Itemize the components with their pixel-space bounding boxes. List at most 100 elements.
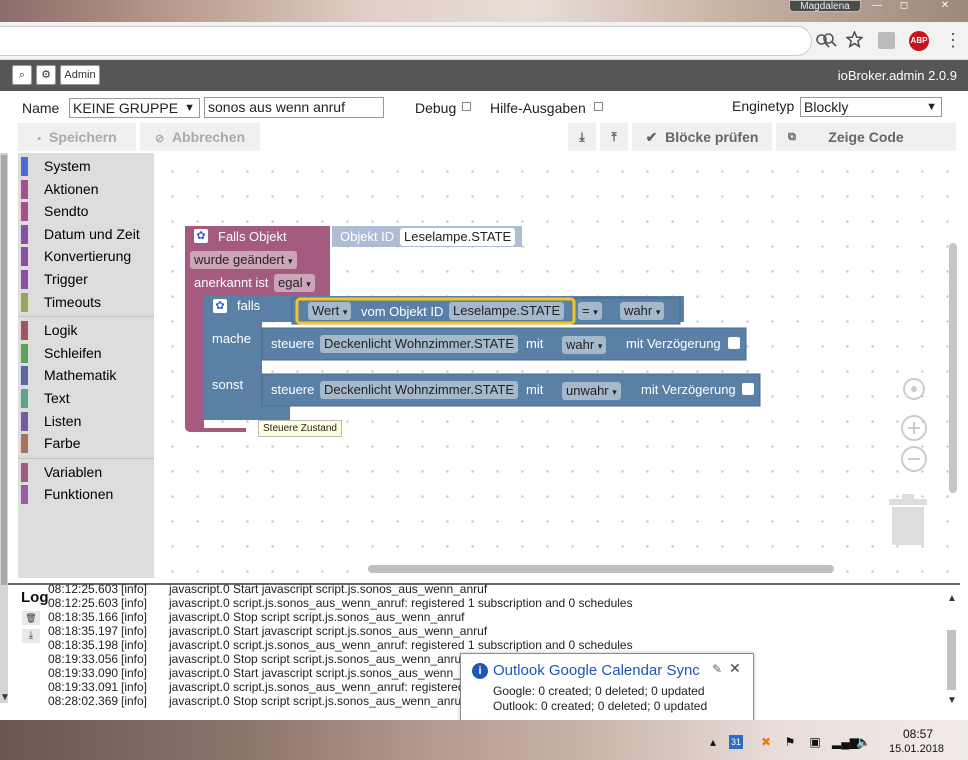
toolbox-category[interactable]: Listen xyxy=(18,410,154,432)
check-blocks-button[interactable]: ✔ Blöcke prüfen xyxy=(632,123,772,151)
control-label-2: steuere xyxy=(271,382,315,397)
device-icon[interactable]: ▣ xyxy=(808,735,822,749)
toolbox-category[interactable]: Mathematik xyxy=(18,364,154,386)
editor-toolbar: ▪ Speichern ⊘ Abbrechen ⤓ ⤒ ✔ Blöcke prü… xyxy=(8,121,960,153)
import-icon[interactable]: ⤒ xyxy=(600,123,628,151)
workspace-vertical-scrollbar[interactable] xyxy=(949,243,957,493)
category-color-swatch xyxy=(21,224,28,244)
toolbox-category[interactable]: System xyxy=(18,155,154,177)
star-icon[interactable] xyxy=(845,30,864,51)
toolbox-category[interactable]: Sendto xyxy=(18,200,154,222)
network-icon[interactable]: ▂▄▆ xyxy=(832,735,859,749)
orange-tray-icon[interactable]: ✖ xyxy=(759,735,773,749)
toolbox-category[interactable]: Timeouts xyxy=(18,291,154,313)
export-icon[interactable]: ⤓ xyxy=(568,123,596,151)
flag-icon[interactable]: ⚑ xyxy=(783,735,797,749)
toolbox-category[interactable]: Konvertierung xyxy=(18,245,154,267)
toolbox-category[interactable]: Aktionen xyxy=(18,178,154,200)
value-dropdown[interactable]: Wert ▾ xyxy=(308,302,352,320)
toolbox-category[interactable]: Text xyxy=(18,387,154,409)
toolbox-category[interactable]: Farbe xyxy=(18,432,154,454)
trash-icon[interactable]: 🗑 xyxy=(22,611,40,625)
profile-badge[interactable]: Magdalena xyxy=(789,0,861,12)
log-level: [info] xyxy=(121,666,148,680)
calendar-sync-tray-icon[interactable]: 31 xyxy=(729,735,743,749)
cancel-icon: ⊘ xyxy=(154,133,165,145)
toolbox-category[interactable]: Logik xyxy=(18,319,154,341)
left-scrollbar[interactable] xyxy=(0,153,8,703)
tray-expand-icon[interactable]: ▴ xyxy=(706,735,720,749)
true-value-dropdown-2[interactable]: wahr ▾ xyxy=(562,336,607,354)
toolbox-category[interactable]: Datum und Zeit xyxy=(18,223,154,245)
maximize-button[interactable]: ◻ xyxy=(893,0,915,12)
blockly-toolbox: System Aktionen Sendto Datum und Zeit Konver… xyxy=(18,153,154,578)
show-code-button[interactable]: ⧉ Zeige Code xyxy=(776,123,956,151)
category-color-swatch xyxy=(21,485,28,505)
debug-checkbox[interactable] xyxy=(462,102,471,111)
true-value-dropdown[interactable]: wahr ▾ xyxy=(620,302,665,320)
volume-icon[interactable]: 🔈 xyxy=(856,735,871,749)
false-value-dropdown[interactable]: unwahr ▾ xyxy=(562,382,621,400)
minimize-button[interactable]: — xyxy=(866,0,888,12)
objekt-id-field[interactable]: Leselampe.STATE xyxy=(400,228,516,246)
log-message: javascript.0 Stop script script.js.sonos… xyxy=(169,694,465,708)
toolbox-category[interactable]: Variablen xyxy=(18,461,154,483)
workspace-horizontal-scrollbar[interactable] xyxy=(368,565,834,573)
settings-button[interactable]: ⚙ xyxy=(36,65,56,85)
operator-dropdown[interactable]: = ▾ xyxy=(578,302,602,320)
value-label: Wert xyxy=(312,303,340,318)
check-blocks-label: Blöcke prüfen xyxy=(665,129,759,145)
show-code-label: Zeige Code xyxy=(828,129,904,145)
toolbox-category[interactable]: Funktionen xyxy=(18,483,154,505)
toolbox-category[interactable]: Schleifen xyxy=(18,342,154,364)
target-object-field-2[interactable]: Deckenlicht Wohnzimmer.STATE xyxy=(320,381,518,399)
search-button[interactable]: ⌕ xyxy=(12,65,32,85)
help-output-checkbox[interactable] xyxy=(594,102,603,111)
engine-select[interactable]: Blockly ▼ xyxy=(800,97,942,117)
delay-checkbox-1[interactable] xyxy=(728,337,740,349)
chevron-down-icon: ▾ xyxy=(597,341,603,351)
browser-menu-icon[interactable]: ⋮ xyxy=(944,30,962,51)
log-level: [info] xyxy=(121,610,148,624)
log-scrollbar-thumb[interactable] xyxy=(947,630,956,690)
floppy-icon: ▪ xyxy=(37,133,42,145)
script-name-input[interactable]: sonos aus wenn anruf xyxy=(204,97,384,118)
toolbox-category[interactable]: Trigger xyxy=(18,268,154,290)
log-title: Log xyxy=(21,589,49,606)
ack-dropdown[interactable]: egal ▾ xyxy=(274,274,315,292)
changed-dropdown[interactable]: wurde geändert ▾ xyxy=(190,251,297,269)
delay-checkbox-2[interactable] xyxy=(742,383,754,395)
search-icon[interactable] xyxy=(822,32,838,51)
condition-object-field[interactable]: Leselampe.STATE xyxy=(449,302,565,320)
blockly-workspace[interactable] xyxy=(154,153,960,578)
close-window-button[interactable]: ✕ xyxy=(934,0,956,12)
log-message: javascript.0 Start javascript script.js.… xyxy=(169,666,488,680)
scroll-down-arrow[interactable]: ▼ xyxy=(947,695,957,706)
left-scroll-down-arrow[interactable]: ▼ xyxy=(0,692,10,703)
chevron-down-icon: ▾ xyxy=(342,307,348,317)
extension-icon[interactable] xyxy=(878,32,895,49)
category-label: Farbe xyxy=(44,435,81,452)
clock-time[interactable]: 08:57 xyxy=(903,727,933,741)
wrench-icon[interactable]: ✎ xyxy=(712,662,722,676)
of-object-label: vom Objekt ID xyxy=(361,304,444,319)
calendar-sync-notification[interactable]: i Outlook Google Calendar Sync ✎ ✕ Googl… xyxy=(460,653,754,721)
clock-date[interactable]: 15.01.2018 xyxy=(889,743,944,755)
category-color-swatch xyxy=(21,157,28,176)
scroll-up-arrow[interactable]: ▲ xyxy=(947,593,957,604)
save-button[interactable]: ▪ Speichern xyxy=(18,123,136,151)
close-icon[interactable]: ✕ xyxy=(729,660,741,677)
notification-line-outlook: Outlook: 0 created; 0 deleted; 0 updated xyxy=(493,699,708,713)
download-icon[interactable]: ⤓ xyxy=(22,629,40,643)
if-gear-icon[interactable]: ✿ xyxy=(213,299,227,313)
group-select[interactable]: KEINE GRUPPE ▼ xyxy=(69,98,200,118)
target-object-field-1[interactable]: Deckenlicht Wohnzimmer.STATE xyxy=(320,335,518,353)
category-label: Listen xyxy=(44,412,82,429)
adblock-icon[interactable]: ABP xyxy=(909,31,929,51)
admin-button[interactable]: Admin xyxy=(60,65,100,85)
left-scrollbar-thumb[interactable] xyxy=(1,155,7,585)
url-field[interactable] xyxy=(0,26,830,56)
trigger-gear-icon[interactable]: ✿ xyxy=(194,229,208,243)
cancel-button[interactable]: ⊘ Abbrechen xyxy=(140,123,260,151)
category-label: Variablen xyxy=(44,463,103,480)
